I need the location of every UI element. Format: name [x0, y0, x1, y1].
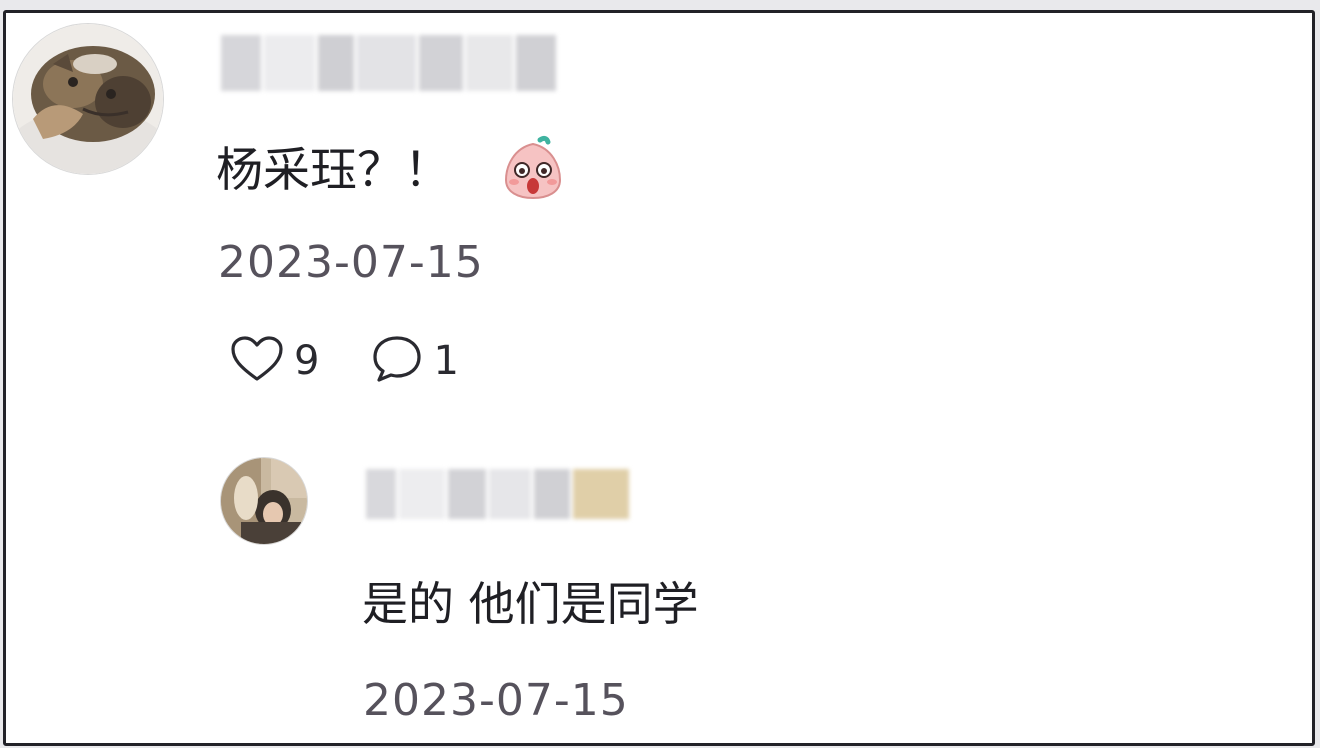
reply-button[interactable]: 1 — [371, 334, 459, 388]
reply: 是的 他们是同学 2023-07-15 — [6, 433, 1312, 743]
reply-author-name-blurred[interactable] — [366, 469, 631, 519]
comment-text: 杨采珏？！ — [216, 143, 451, 198]
person-avatar-image — [221, 458, 307, 544]
comment-actions: 9 1 — [230, 331, 459, 391]
cat-avatar-image — [13, 24, 163, 174]
comment-avatar[interactable] — [12, 23, 164, 175]
surprised-face-emoji-icon — [502, 134, 564, 200]
reply-count: 1 — [433, 338, 459, 384]
heart-icon — [230, 335, 284, 387]
reply-text: 是的 他们是同学 — [362, 577, 699, 631]
like-count: 9 — [294, 338, 320, 384]
comment: 杨采珏？！ 2023-07-15 9 1 — [6, 13, 1312, 433]
like-button[interactable]: 9 — [230, 335, 319, 387]
reply-date: 2023-07-15 — [363, 675, 629, 726]
comment-date: 2023-07-15 — [218, 237, 484, 288]
comment-author-name-blurred[interactable] — [221, 35, 556, 91]
screenshot-frame: 杨采珏？！ 2023-07-15 9 1 是的 他们是同学 2023-07-15 — [3, 10, 1315, 746]
reply-avatar[interactable] — [220, 457, 308, 545]
speech-bubble-icon — [371, 334, 423, 388]
